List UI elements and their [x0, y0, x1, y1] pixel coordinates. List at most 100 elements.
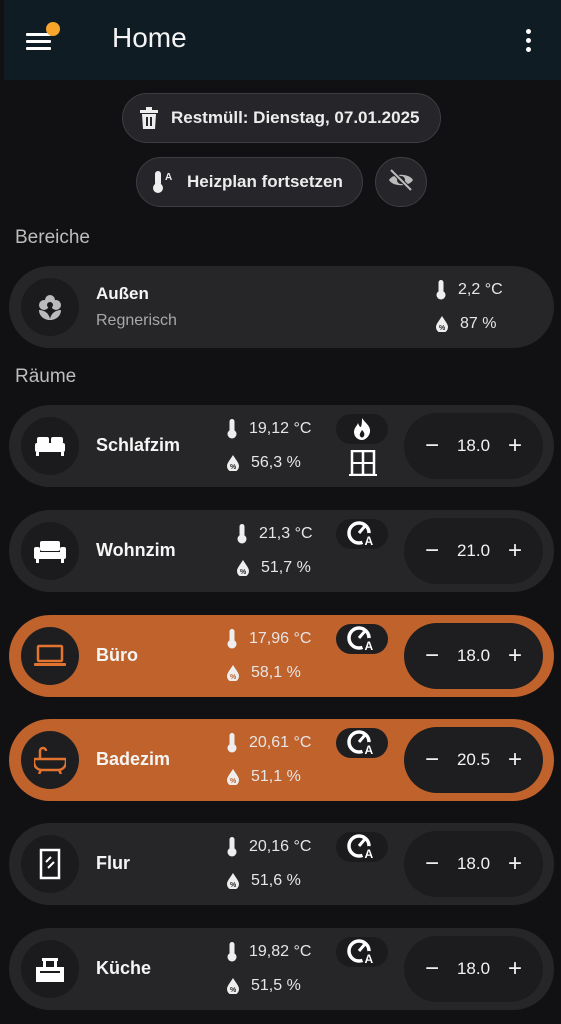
thermometer-auto-icon: A [151, 169, 175, 195]
flower-icon [21, 278, 79, 336]
decrease-button[interactable]: − [422, 957, 442, 981]
thermometer-icon [237, 524, 247, 544]
area-card-outside[interactable]: Außen Regnerisch 2,2 °C % 87 % [9, 266, 554, 348]
increase-button[interactable]: + [505, 957, 525, 981]
thermometer-icon [227, 733, 237, 753]
decrease-button[interactable]: − [422, 852, 442, 876]
fire-icon [336, 414, 388, 444]
humidity-icon: % [227, 873, 239, 889]
auto-thermostat-icon: A [336, 624, 388, 654]
room-temperature: 20,16 °C [227, 837, 311, 857]
room-card-buero[interactable]: Büro 17,96 °C % 58,1 % A − 18.0 + [9, 615, 554, 697]
temperature-value: 21,3 °C [259, 525, 313, 542]
room-card-badezimmer[interactable]: Badezim 20,61 °C % 51,1 % A − 20.5 + [9, 719, 554, 801]
setpoint-stepper: − 20.5 + [404, 727, 543, 793]
more-options-icon[interactable] [520, 28, 538, 54]
room-temperature: 19,12 °C [227, 419, 311, 439]
heatplan-chip-label: Heizplan fortsetzen [187, 172, 343, 191]
thermometer-icon [227, 837, 237, 857]
humidity-value: 51,6 % [251, 872, 301, 889]
setpoint-stepper: − 18.0 + [404, 831, 543, 897]
resume-heatplan-chip[interactable]: A Heizplan fortsetzen [136, 157, 363, 207]
svg-text:%: % [230, 464, 237, 471]
svg-text:%: % [230, 674, 237, 681]
setpoint-value: 20.5 [456, 750, 491, 769]
humidity-icon: % [227, 769, 239, 785]
setpoint-value: 18.0 [456, 436, 491, 455]
auto-thermostat-icon: A [336, 937, 388, 967]
humidity-icon: % [237, 560, 249, 576]
svg-text:%: % [230, 882, 237, 889]
svg-text:%: % [439, 325, 446, 332]
setpoint-stepper: − 21.0 + [404, 518, 543, 584]
decrease-button[interactable]: − [422, 644, 442, 668]
increase-button[interactable]: + [505, 539, 525, 563]
humidity-value: 51,5 % [251, 977, 301, 994]
auto-thermostat-icon: A [336, 728, 388, 758]
decrease-button[interactable]: − [422, 539, 442, 563]
svg-text:%: % [240, 569, 247, 576]
area-name: Außen [96, 284, 149, 303]
increase-button[interactable]: + [505, 434, 525, 458]
decrease-button[interactable]: − [422, 434, 442, 458]
humidity-icon: % [227, 978, 239, 994]
room-card-wohnzimmer[interactable]: Wohnzim 21,3 °C % 51,7 % A − 21.0 + [9, 510, 554, 592]
room-name: Badezim [96, 749, 171, 769]
temperature-value: 19,12 °C [249, 420, 312, 437]
trash-icon [139, 107, 159, 129]
humidity-value: 51,7 % [261, 559, 311, 576]
room-name: Flur [96, 853, 130, 873]
notification-badge [46, 22, 60, 36]
room-name: Küche [96, 958, 152, 978]
humidity-value: 58,1 % [251, 664, 301, 681]
bathtub-icon [21, 731, 79, 789]
room-temperature: 19,82 °C [227, 942, 311, 962]
menu-icon-bar [26, 47, 51, 50]
auto-thermostat-icon: A [336, 832, 388, 862]
temperature-value: 20,61 °C [249, 734, 312, 751]
room-card-kueche[interactable]: Küche 19,82 °C % 51,5 % A − 18.0 + [9, 928, 554, 1010]
decrease-button[interactable]: − [422, 748, 442, 772]
room-name: Schlafzim [96, 435, 181, 455]
humidity-value: 51,1 % [251, 768, 301, 785]
trash-collection-chip[interactable]: Restmüll: Dienstag, 07.01.2025 [122, 93, 441, 143]
setpoint-value: 18.0 [456, 646, 491, 665]
svg-text:A: A [365, 639, 374, 652]
outside-humidity: % 87 % [436, 315, 496, 333]
room-humidity: % 51,1 % [227, 768, 301, 786]
room-humidity: % 58,1 % [227, 664, 301, 682]
auto-thermostat-icon: A [336, 519, 388, 549]
room-name: Büro [96, 645, 138, 665]
thermometer-icon [227, 419, 237, 439]
increase-button[interactable]: + [505, 644, 525, 668]
increase-button[interactable]: + [505, 852, 525, 876]
humidity-icon: % [227, 665, 239, 681]
top-app-bar: Home [4, 0, 561, 80]
setpoint-stepper: − 18.0 + [404, 623, 543, 689]
trash-chip-label: Restmüll: Dienstag, 07.01.2025 [171, 108, 420, 127]
outside-temperature: 2,2 °C [436, 280, 503, 300]
sofa-icon [21, 522, 79, 580]
section-areas-label: Bereiche [15, 227, 90, 248]
visibility-toggle-button[interactable] [375, 157, 427, 207]
room-humidity: % 51,5 % [227, 977, 301, 995]
increase-button[interactable]: + [505, 748, 525, 772]
temperature-value: 19,82 °C [249, 943, 312, 960]
room-humidity: % 56,3 % [227, 454, 301, 472]
thermometer-icon [436, 280, 446, 300]
setpoint-value: 18.0 [456, 959, 491, 978]
svg-text:A: A [165, 172, 172, 183]
area-condition: Regnerisch [96, 312, 177, 329]
temperature-value: 2,2 °C [458, 281, 503, 298]
room-temperature: 21,3 °C [237, 524, 313, 544]
menu-button[interactable] [26, 22, 60, 54]
humidity-value: 87 % [460, 315, 497, 332]
eye-off-icon [388, 168, 414, 196]
room-card-schlafzimmer[interactable]: Schlafzim 19,12 °C % 56,3 % − 18.0 + [9, 405, 554, 487]
thermometer-icon [227, 942, 237, 962]
thermometer-icon [227, 629, 237, 649]
temperature-value: 17,96 °C [249, 630, 312, 647]
svg-text:%: % [230, 987, 237, 994]
humidity-icon: % [436, 316, 448, 332]
room-card-flur[interactable]: Flur 20,16 °C % 51,6 % A − 18.0 + [9, 823, 554, 905]
